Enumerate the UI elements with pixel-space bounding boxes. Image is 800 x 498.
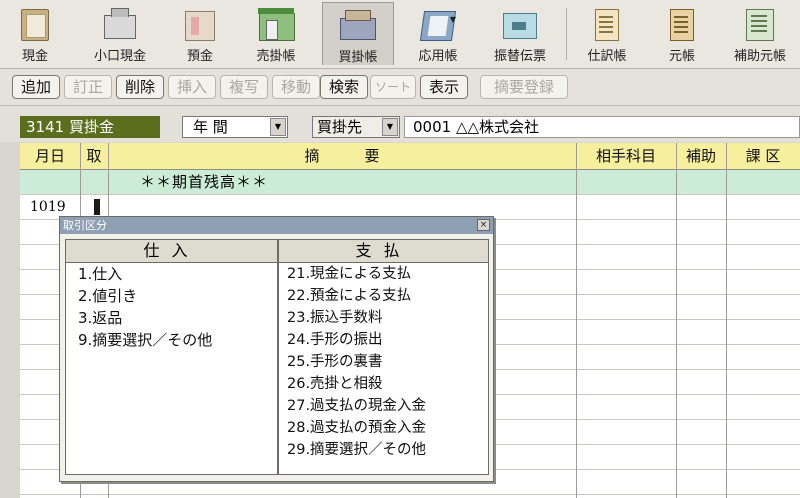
row-divider: [20, 194, 800, 195]
copy-button[interactable]: 複写: [220, 75, 268, 99]
payment-option[interactable]: 21.現金による支払: [279, 263, 488, 285]
payment-header: 支払: [278, 239, 489, 263]
payment-options-list: 21.現金による支払 22.預金による支払 23.振込手数料 24.手形の振出 …: [278, 263, 489, 475]
opening-balance-row[interactable]: [20, 170, 800, 194]
payment-option[interactable]: 22.預金による支払: [279, 285, 488, 307]
sub-ledger-icon: [746, 9, 774, 41]
purchase-options-list: 1.仕入 2.値引き 3.返品 9.摘要選択／その他: [65, 263, 278, 475]
dropdown-arrow-icon[interactable]: ▼: [270, 118, 286, 136]
row-divider: [20, 494, 800, 495]
toolbar-label: 預金: [186, 49, 213, 64]
summary-register-button[interactable]: 摘要登録: [480, 75, 568, 99]
toolbar-petty-cash-button[interactable]: 小口現金: [80, 2, 160, 65]
purchase-option[interactable]: 2.値引き: [66, 285, 277, 307]
header-date: 月日: [34, 147, 65, 165]
toolbar-general-ledger-button[interactable]: 元帳: [652, 2, 712, 65]
vendor-select[interactable]: 買掛先 ▼: [312, 116, 400, 138]
header-tax-class: 課 区: [745, 147, 781, 165]
toolbar-cash-button[interactable]: 現金: [8, 2, 62, 65]
toolbar-label: 現金: [21, 49, 48, 64]
journal-icon: [595, 9, 619, 41]
payment-option[interactable]: 29.摘要選択／その他: [279, 439, 488, 461]
toolbar-label: 補助元帳: [733, 49, 786, 64]
toolbar-label: 応用帳: [418, 49, 458, 64]
popup-title: 取引区分: [60, 217, 493, 234]
toolbar-label: 買掛帳: [338, 50, 378, 65]
general-ledger-icon: [670, 9, 694, 41]
toolbar-label: 売掛帳: [256, 49, 296, 64]
toolbar-label: 元帳: [668, 49, 695, 64]
main-toolbar: 現金 小口現金 預金 売掛帳 買掛帳 ▼ 応用帳 振替伝票 仕訳帳 元帳 補助元…: [0, 0, 800, 69]
toolbar-applied-ledger-button[interactable]: ▼ 応用帳: [404, 2, 472, 65]
sort-button[interactable]: ソート: [370, 75, 416, 99]
correct-button[interactable]: 訂正: [64, 75, 112, 99]
purchase-option[interactable]: 3.返品: [66, 307, 277, 329]
toolbar-receivables-button[interactable]: 売掛帳: [240, 2, 312, 65]
toolbar-label: 振替伝票: [493, 49, 546, 64]
action-toolbar: 追加 訂正 削除 挿入 複写 移動 検索 ソート 表示 摘要登録: [0, 69, 800, 106]
account-code-label: 3141 買掛金: [20, 116, 160, 138]
petty-cash-icon: [104, 8, 136, 39]
toolbar-payables-button[interactable]: 買掛帳: [322, 2, 394, 65]
toolbar-label: 小口現金: [93, 49, 146, 64]
header-summary: 摘 要: [304, 147, 380, 165]
display-button[interactable]: 表示: [420, 75, 468, 99]
purchase-header: 仕入: [65, 239, 278, 263]
entry-date-cell[interactable]: 1019: [30, 196, 66, 218]
opening-balance-text: ＊＊期首残高＊＊: [140, 173, 269, 191]
vendor-field[interactable]: 0001 △△株式会社: [404, 116, 800, 138]
search-button[interactable]: 検索: [320, 75, 368, 99]
payment-option[interactable]: 24.手形の振出: [279, 329, 488, 351]
close-icon[interactable]: ×: [477, 219, 490, 231]
toolbar-deposit-button[interactable]: 預金: [172, 2, 228, 65]
payment-option[interactable]: 27.過支払の現金入金: [279, 395, 488, 417]
toolbar-transfer-slip-button[interactable]: 振替伝票: [480, 2, 560, 65]
payment-option[interactable]: 23.振込手数料: [279, 307, 488, 329]
payment-option[interactable]: 26.売掛と相殺: [279, 373, 488, 395]
move-button[interactable]: 移動: [272, 75, 320, 99]
toolbar-label: 仕訳帳: [587, 49, 627, 64]
toolbar-journal-button[interactable]: 仕訳帳: [574, 2, 640, 65]
purchase-option[interactable]: 1.仕入: [66, 263, 277, 285]
header-counter-account: 相手科目: [595, 147, 656, 165]
header-type: 取: [86, 147, 102, 165]
payables-icon: [340, 10, 376, 40]
type-cell-cursor[interactable]: [94, 199, 100, 215]
payment-option[interactable]: 28.過支払の預金入金: [279, 417, 488, 439]
vendor-label: 買掛先: [317, 118, 363, 136]
account-bar: 3141 買掛金 年 間 ▼ 買掛先 ▼ 0001 △△株式会社: [0, 106, 800, 142]
dropdown-arrow-icon: ▼: [449, 15, 456, 24]
dropdown-arrow-icon[interactable]: ▼: [382, 118, 398, 136]
transaction-type-popup: 取引区分 × 仕入 支払 1.仕入 2.値引き 3.返品 9.摘要選択／その他 …: [59, 216, 494, 482]
cash-icon: [21, 9, 49, 41]
period-value: 年 間: [193, 118, 228, 136]
add-button[interactable]: 追加: [12, 75, 60, 99]
deposit-icon: [185, 11, 215, 41]
payment-option[interactable]: 25.手形の裏書: [279, 351, 488, 373]
period-select[interactable]: 年 間 ▼: [182, 116, 288, 138]
toolbar-separator: [566, 8, 567, 60]
delete-button[interactable]: 削除: [116, 75, 164, 99]
purchase-option[interactable]: 9.摘要選択／その他: [66, 329, 277, 351]
column-divider: [726, 143, 727, 498]
transfer-slip-icon: [503, 13, 537, 39]
insert-button[interactable]: 挿入: [168, 75, 216, 99]
receivables-icon: [258, 8, 295, 41]
toolbar-sub-ledger-button[interactable]: 補助元帳: [722, 2, 798, 65]
column-divider: [576, 143, 577, 498]
header-auxiliary: 補助: [685, 147, 716, 165]
column-divider: [676, 143, 677, 498]
